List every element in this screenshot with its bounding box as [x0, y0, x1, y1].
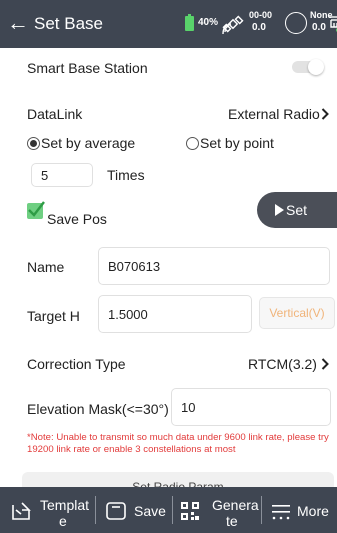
- set-by-point-label[interactable]: Set by point: [200, 134, 274, 152]
- template-button-label-line2[interactable]: e: [59, 513, 67, 529]
- battery-icon: [185, 14, 194, 31]
- smart-base-label: Smart Base Station: [27, 60, 148, 76]
- divider: [95, 496, 96, 524]
- correction-type-label: Correction Type: [27, 356, 126, 372]
- battery-percent: 40%: [198, 17, 219, 28]
- smart-base-toggle[interactable]: [292, 59, 324, 75]
- device-icon[interactable]: [328, 13, 337, 33]
- set-button[interactable]: Set: [257, 192, 337, 228]
- set-radio-param-button[interactable]: Set Radio Param: [22, 472, 334, 488]
- bottom-toolbar: Templat e Save Genera te More: [0, 487, 337, 533]
- satellite-age: 0.0: [252, 22, 266, 33]
- name-label: Name: [27, 259, 65, 275]
- datalink-label: DataLink: [27, 106, 83, 122]
- divider: [261, 496, 262, 524]
- chevron-right-icon[interactable]: [321, 358, 329, 370]
- radio-set-by-point[interactable]: [186, 137, 199, 150]
- solution-status-icon[interactable]: [285, 12, 307, 34]
- set-by-average-label[interactable]: Set by average: [41, 134, 135, 152]
- title-bar: ← Set Base 40% 00-00 0.0 None 0.0: [0, 0, 337, 48]
- more-button-label[interactable]: More: [297, 503, 329, 519]
- page-title: Set Base: [34, 14, 103, 33]
- satellite-icon[interactable]: [222, 13, 244, 35]
- set-button-label: Set: [286, 202, 308, 218]
- correction-type-value[interactable]: RTCM(3.2): [248, 355, 317, 373]
- vertical-button[interactable]: Vertical(V): [259, 297, 335, 329]
- note-text: *Note: Unable to transmit so much data u…: [27, 432, 329, 455]
- elevation-mask-label: Elevation Mask(<=30°): [27, 401, 169, 417]
- save-button-label[interactable]: Save: [134, 503, 166, 519]
- save-icon[interactable]: [106, 502, 126, 520]
- target-h-input[interactable]: 1.5000: [98, 295, 252, 333]
- target-h-label: Target H: [27, 308, 80, 324]
- toggle-knob: [308, 59, 324, 75]
- name-input[interactable]: B070613: [98, 247, 330, 285]
- solution-age: 0.0: [312, 22, 326, 33]
- qr-code-icon[interactable]: [180, 501, 200, 521]
- play-icon: [275, 204, 284, 216]
- radio-set-by-average[interactable]: [27, 137, 40, 150]
- times-input[interactable]: 5: [31, 163, 93, 187]
- datalink-value[interactable]: External Radio: [228, 105, 320, 123]
- back-arrow-icon[interactable]: ←: [7, 11, 29, 35]
- more-menu-icon[interactable]: [271, 503, 291, 521]
- divider: [172, 496, 173, 524]
- checkmark-icon: [28, 201, 45, 217]
- template-button-label[interactable]: Templat: [40, 497, 89, 513]
- generate-button-label[interactable]: Genera: [212, 497, 259, 513]
- save-pos-label[interactable]: Save Pos: [47, 210, 107, 228]
- template-icon[interactable]: [10, 502, 32, 522]
- generate-button-label-line2[interactable]: te: [226, 513, 238, 529]
- times-label: Times: [107, 167, 145, 183]
- chevron-right-icon[interactable]: [321, 108, 329, 120]
- elevation-mask-input[interactable]: 10: [171, 388, 331, 426]
- satellite-count: 00-00: [249, 10, 273, 20]
